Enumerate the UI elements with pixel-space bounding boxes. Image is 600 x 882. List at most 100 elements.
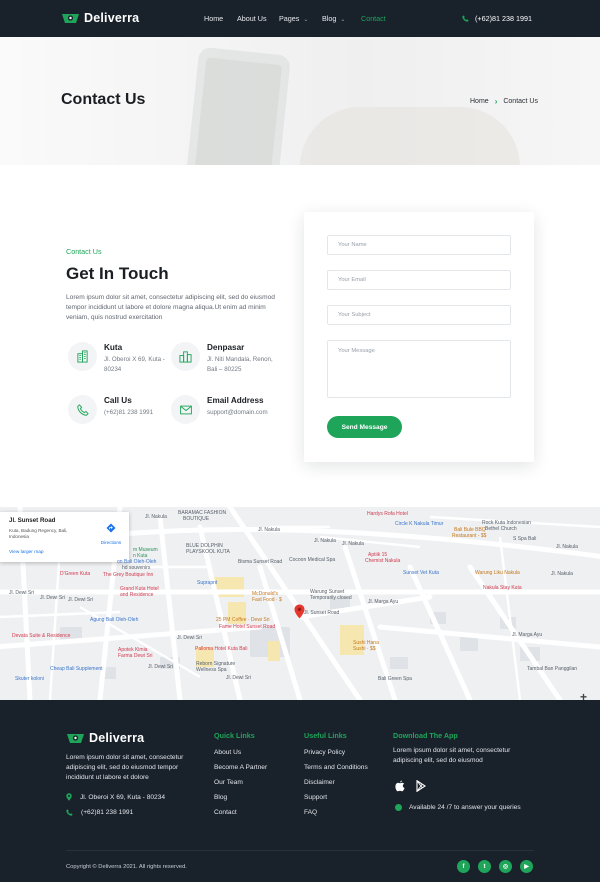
footer-divider	[66, 850, 534, 851]
map-label: Jl. Sunset Road	[304, 610, 340, 616]
footer-about: Lorem ipsum dolor sit amet, consectetur …	[66, 754, 184, 781]
map-place-card: Jl. Sunset Road Kuta, Badung Regency, Ba…	[0, 512, 129, 562]
send-message-button[interactable]: Send Message	[327, 416, 402, 438]
download-app-text: Lorem ipsum dolor sit amet, consectetur …	[393, 747, 511, 764]
directions-button[interactable]: Directions	[98, 520, 124, 545]
map-location-pin-icon[interactable]	[294, 604, 305, 619]
map-label: Sushi · $$	[353, 646, 376, 652]
instagram-icon[interactable]: ◎	[499, 860, 512, 873]
info-email-detail[interactable]: support@domain.com	[207, 408, 268, 418]
map-label: Chemist Nakula	[365, 558, 401, 564]
map-label: PLAYSKOOL KUTA	[186, 549, 230, 555]
map-label: Restaurant - $$	[452, 533, 487, 539]
info-denpasar: Denpasar Jl. Niti Mandala, Renon, Bali –…	[171, 342, 281, 375]
page-title: Contact Us	[61, 91, 146, 108]
breadcrumb: Home › Contact Us	[470, 97, 538, 106]
nav-about-us[interactable]: About Us	[237, 14, 267, 23]
map-pin-icon	[66, 793, 72, 801]
quick-link-become-partner[interactable]: Become A Partner	[214, 764, 267, 771]
apple-store-icon[interactable]	[395, 780, 405, 792]
footer-phone[interactable]: (+62)81 238 1991	[66, 809, 133, 816]
useful-link-faq[interactable]: FAQ	[304, 809, 317, 816]
useful-link-support[interactable]: Support	[304, 794, 327, 801]
nav-blog-label: Blog	[322, 14, 337, 23]
map-label: Bali Green Spa	[378, 676, 412, 682]
brand-name: Deliverra	[84, 11, 140, 25]
map-label: 25 PM Coffee · Dewi Sri	[216, 617, 270, 623]
map-label: Agung Bali Oleh-Oleh	[90, 617, 139, 623]
hero-hand-image	[300, 107, 520, 165]
location-map[interactable]: Jl. Sunset Road Kuta, Badung Regency, Ba…	[0, 507, 600, 700]
youtube-icon[interactable]: ▶	[520, 860, 533, 873]
quick-link-about-us[interactable]: About Us	[214, 749, 241, 756]
nav-pages-label: Pages	[279, 14, 300, 23]
info-email-title: Email Address	[207, 396, 264, 405]
info-kuta-detail: Jl. Oberoi X 69, Kuta - 80234	[104, 356, 165, 373]
availability: Available 24 /7 to answer your queries	[395, 804, 521, 811]
footer-brand-name: Deliverra	[89, 731, 145, 745]
map-label: Wellness Spa	[196, 667, 227, 673]
info-kuta: Kuta Jl. Oberoi X 69, Kuta - 80234	[68, 342, 168, 375]
copyright: Copyright © Deliverra 2021. All rights r…	[66, 864, 187, 870]
quick-link-contact[interactable]: Contact	[214, 809, 237, 816]
map-label: Jl. Nakula	[342, 541, 364, 547]
map-label: Farma Dewi Sri	[118, 653, 153, 659]
nav-phone[interactable]: (+62)81 238 1991	[462, 14, 532, 23]
map-label: BOUTIQUE	[183, 516, 210, 522]
info-call-text: Call Us (+62)81 238 1991	[104, 395, 153, 418]
map-label: Jl. Dewi Sri	[9, 590, 35, 596]
map-label: Bethel Church	[485, 526, 517, 532]
breadcrumb-home[interactable]: Home	[470, 98, 489, 105]
nav-blog[interactable]: Blog ⌄	[322, 14, 345, 23]
building-icon	[68, 342, 97, 371]
twitter-icon[interactable]: t	[478, 860, 491, 873]
useful-link-terms[interactable]: Terms and Conditions	[304, 764, 368, 771]
directions-icon	[106, 523, 116, 533]
clock-icon	[395, 804, 402, 811]
phone-icon	[66, 809, 73, 816]
map-label: Temporarily closed	[310, 595, 352, 601]
view-larger-map-link[interactable]: View larger map	[9, 550, 44, 555]
chevron-down-icon: ⌄	[303, 17, 309, 23]
phone-icon	[462, 15, 469, 22]
section-title: Get In Touch	[66, 264, 169, 283]
quick-link-blog[interactable]: Blog	[214, 794, 227, 801]
hero-phone-screen	[193, 57, 283, 165]
hero-phone-image	[184, 46, 292, 165]
facebook-icon[interactable]: f	[457, 860, 470, 873]
info-denpasar-detail: Jl. Niti Mandala, Renon, Bali – 80225	[207, 356, 273, 373]
map-label: Jl. Dewi Sri	[40, 595, 66, 601]
map-label: Jl. Marga Ayu	[512, 632, 543, 638]
subject-input[interactable]	[327, 305, 511, 325]
map-label: Jl. Dewi Sri	[226, 675, 252, 681]
phone-call-icon	[68, 395, 97, 424]
map-label: Jl. Marga Ayu	[368, 599, 399, 605]
message-textarea[interactable]	[327, 340, 511, 398]
map-zoom-in-button[interactable]: +	[580, 690, 587, 700]
map-label: Jl. Dewi Sri	[68, 597, 94, 603]
map-place-address: Kuta, Badung Regency, Bali, Indonesia	[9, 528, 68, 540]
info-call: Call Us (+62)81 238 1991	[68, 395, 168, 424]
map-label: and Residence	[120, 592, 154, 598]
footer-logo[interactable]: Deliverra	[66, 731, 144, 745]
map-label: Hardys Rofa Hotel	[367, 511, 408, 517]
nav-pages[interactable]: Pages ⌄	[279, 14, 308, 23]
info-call-detail[interactable]: (+62)81 238 1991	[104, 408, 153, 418]
city-icon	[171, 342, 200, 371]
name-input[interactable]	[327, 235, 511, 255]
map-label: Suprapnt	[197, 580, 218, 586]
nav-contact[interactable]: Contact	[361, 14, 386, 23]
map-label: Bisma Sunset Road	[238, 559, 283, 565]
useful-links-title: Useful Links	[304, 731, 347, 740]
brand-logo[interactable]: Deliverra	[61, 11, 139, 25]
quick-link-our-team[interactable]: Our Team	[214, 779, 243, 786]
map-label: hd souvenirs	[122, 565, 151, 571]
nav-home[interactable]: Home	[204, 14, 223, 23]
google-play-icon[interactable]	[416, 780, 426, 792]
breadcrumb-current: Contact Us	[503, 98, 538, 105]
useful-link-privacy[interactable]: Privacy Policy	[304, 749, 345, 756]
email-input[interactable]	[327, 270, 511, 290]
useful-link-disclaimer[interactable]: Disclaimer	[304, 779, 335, 786]
info-denpasar-text: Denpasar Jl. Niti Mandala, Renon, Bali –…	[207, 342, 273, 375]
info-denpasar-title: Denpasar	[207, 343, 245, 352]
